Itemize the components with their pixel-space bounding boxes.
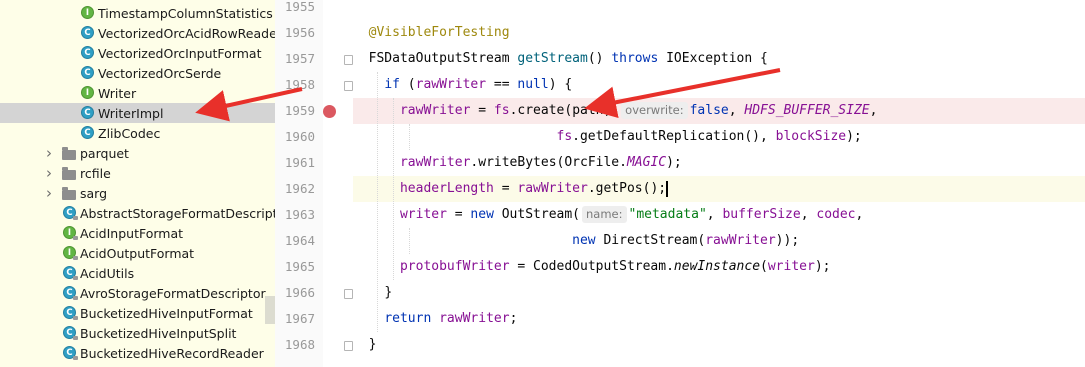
arrow-to-fs-create: [584, 68, 781, 119]
annotation-arrows: [195, 68, 781, 122]
arrow-to-writerimpl: [195, 87, 303, 122]
